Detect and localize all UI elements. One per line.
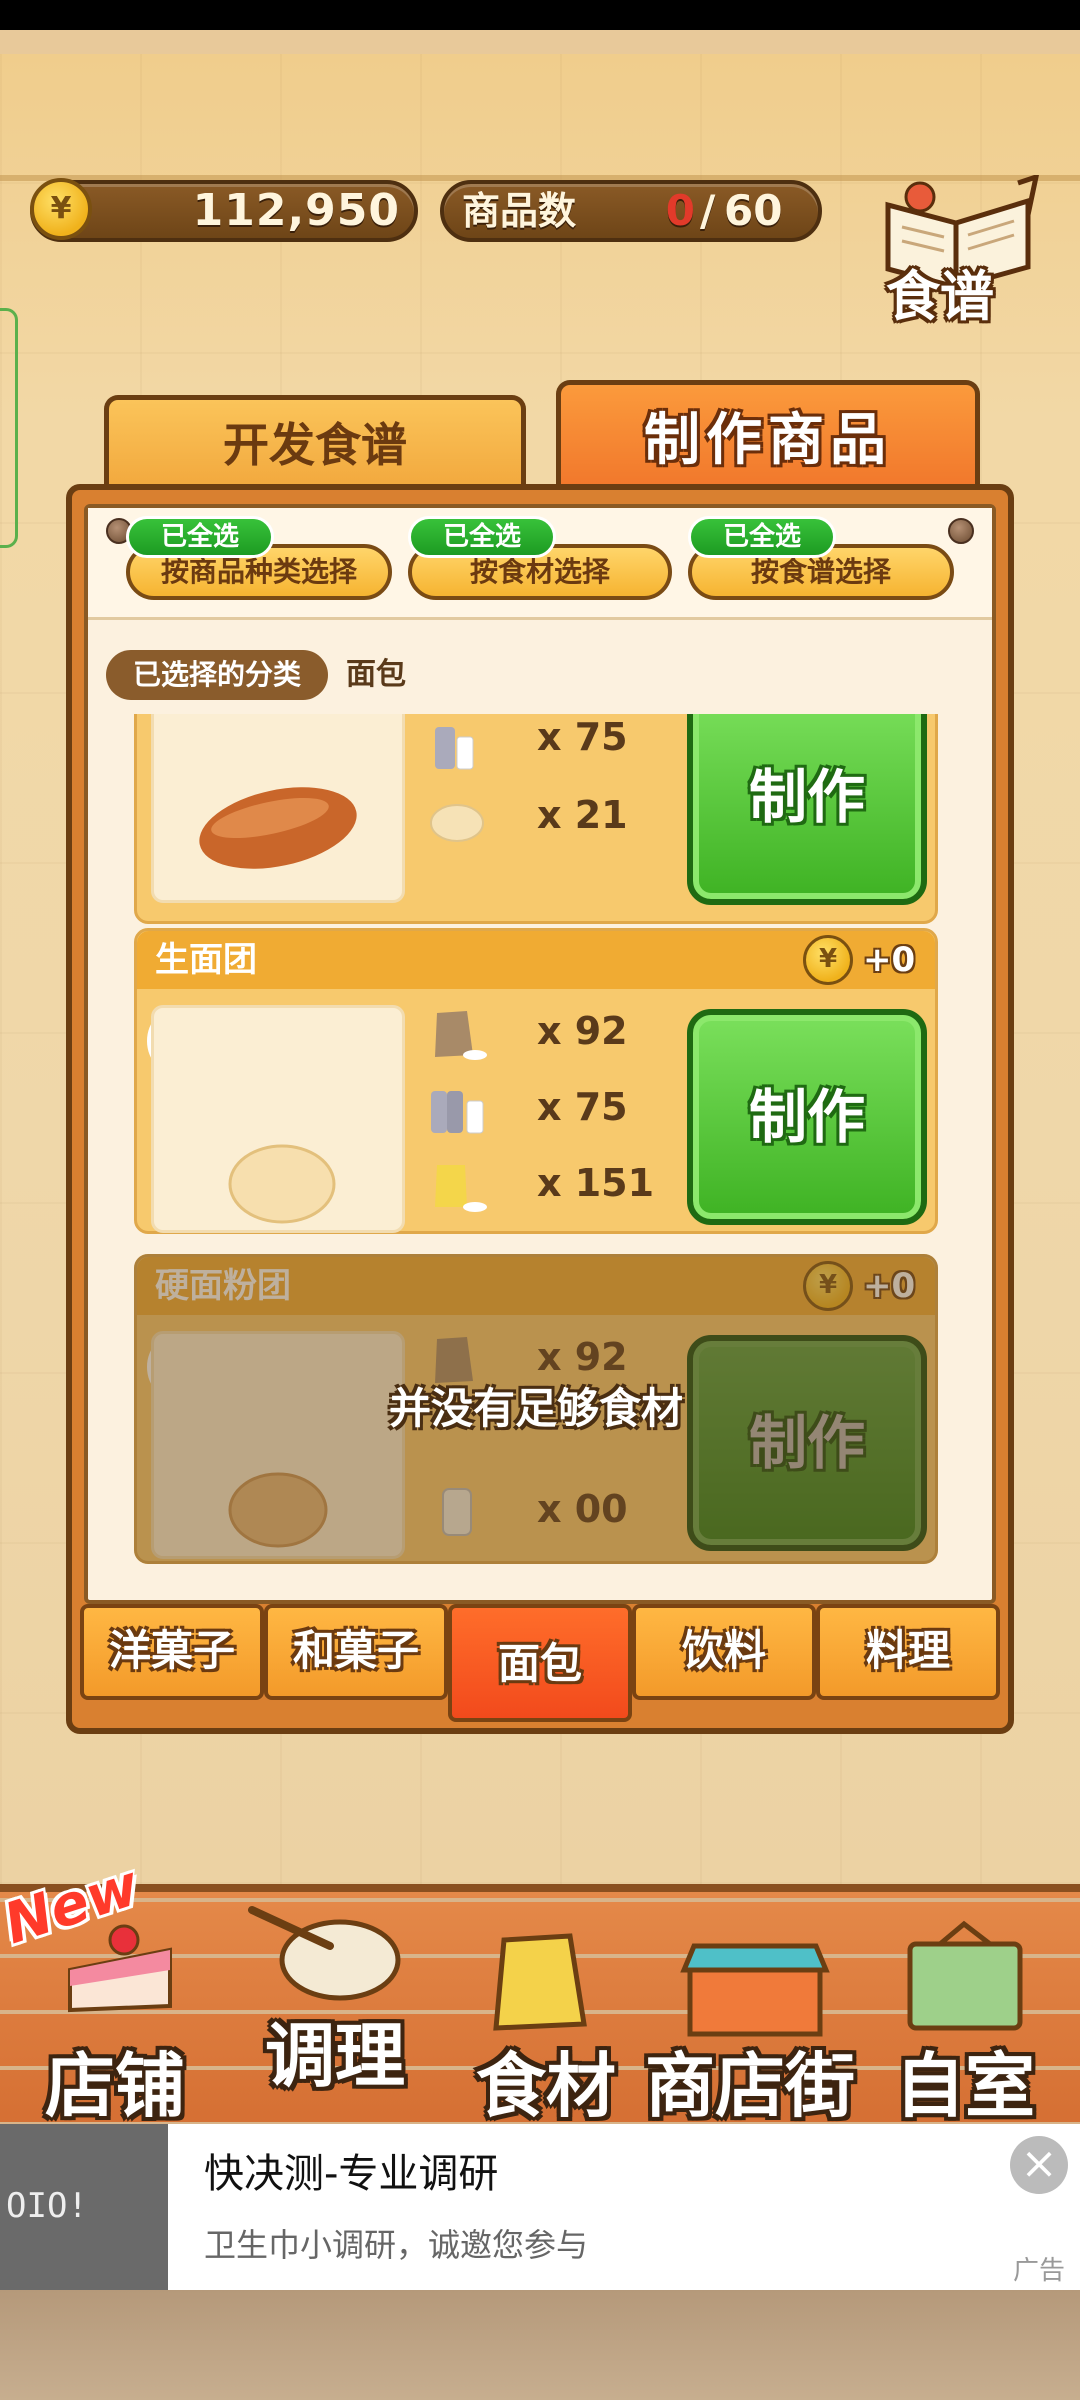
make-button[interactable]: 制作 [687,1009,927,1225]
category-tab-western-sweets[interactable]: 洋菓子 [80,1604,264,1700]
ingredient-quantity: x 21 [537,793,628,837]
milk-can-icon [435,727,474,770]
staff-only-sign-icon [907,1920,1023,2031]
yen-coin-icon: ¥ [30,178,92,240]
status-bar [0,0,1080,30]
ad-close-icon[interactable]: × [1010,2136,1068,2194]
ad-subtitle[interactable]: 卫生巾小调研，诚邀您参与 [204,2222,804,2268]
dough-icon [430,804,484,842]
category-tab-japanese-sweets[interactable]: 和菓子 [264,1604,448,1700]
ingredient-icon [427,787,487,851]
side-drawer-handle[interactable] [0,308,18,548]
ad-title[interactable]: 快决测-专业调研 [204,2148,804,2200]
ingredient-quantity: x 92 [537,1009,628,1053]
milk-can-icon [431,1091,484,1134]
baguette-icon [199,787,357,869]
ad-thumbnail-logo: OIO! [6,2186,88,2226]
ingredient-quantity: x 151 [537,1161,655,1205]
product-card-raw-dough: 生面团 ¥ +0 x 92 x 75 x 151 制作 [134,928,938,1234]
ingredient-icon [427,1155,487,1219]
sugar-bag-icon [435,1165,487,1212]
flour-sack-icon [493,1933,587,2031]
goods-current: 0 [665,186,695,235]
goods-max: 60 [724,186,783,235]
filter-all-selected-badge: 已全选 [126,516,274,558]
goods-separator: / [700,186,716,235]
recipe-book-label[interactable]: 食谱 [880,262,1000,332]
nav-shopping-street-label[interactable]: 商店街 [640,2030,860,2127]
product-name: 生面团 [155,940,257,980]
tab-make-goods[interactable]: 制作商品 [556,380,980,498]
ingredient-icon [427,1079,487,1143]
tab-develop-recipe[interactable]: 开发食谱 [104,395,526,495]
nav-shop-label[interactable]: 店铺 [30,2030,200,2127]
insufficient-ingredients-message: 并没有足够食材 [388,1384,683,1433]
selected-category-value: 面包 [346,657,406,692]
make-button[interactable]: 制作 [687,714,927,905]
ingredient-quantity: x 75 [537,1085,628,1129]
nav-cooking-label[interactable]: 调理 [250,2000,420,2097]
product-reward: +0 [863,940,916,980]
bottom-nav-border [0,1884,1080,1892]
ingredient-icon [427,717,487,781]
money-value: 112,950 [192,185,400,236]
product-image [151,714,405,903]
dough-ball-icon [228,1144,336,1224]
product-list[interactable]: x 75 x 21 制作 生面团 ¥ +0 x 92 x 75 x 151 制作 [88,714,992,1576]
ad-label: 广告 [1012,2256,1065,2286]
yen-coin-icon: ¥ [803,935,853,985]
top-band [0,30,1080,54]
category-tab-bread[interactable]: 面包 [448,1604,632,1722]
product-card-bread: x 75 x 21 制作 [134,714,938,924]
ingredient-quantity: x 75 [537,715,628,759]
rivet-decoration [948,518,974,544]
selected-category-chip: 已选择的分类 [106,650,328,700]
category-tab-drinks[interactable]: 饮料 [632,1604,816,1700]
nav-my-room-label[interactable]: 自室 [880,2030,1050,2127]
category-tab-cuisine[interactable]: 料理 [816,1604,1000,1700]
product-image [151,1005,405,1233]
ingredient-icon [427,1003,487,1067]
filter-all-selected-badge: 已全选 [408,516,556,558]
flour-bag-icon [435,1011,487,1060]
footer-background [0,2290,1080,2400]
filter-all-selected-badge: 已全选 [688,516,836,558]
nav-ingredients-label[interactable]: 食材 [466,2030,626,2127]
storefront-icon [680,1943,830,2037]
mixing-bowl-icon [248,1906,401,2001]
goods-label: 商品数 [462,189,577,233]
